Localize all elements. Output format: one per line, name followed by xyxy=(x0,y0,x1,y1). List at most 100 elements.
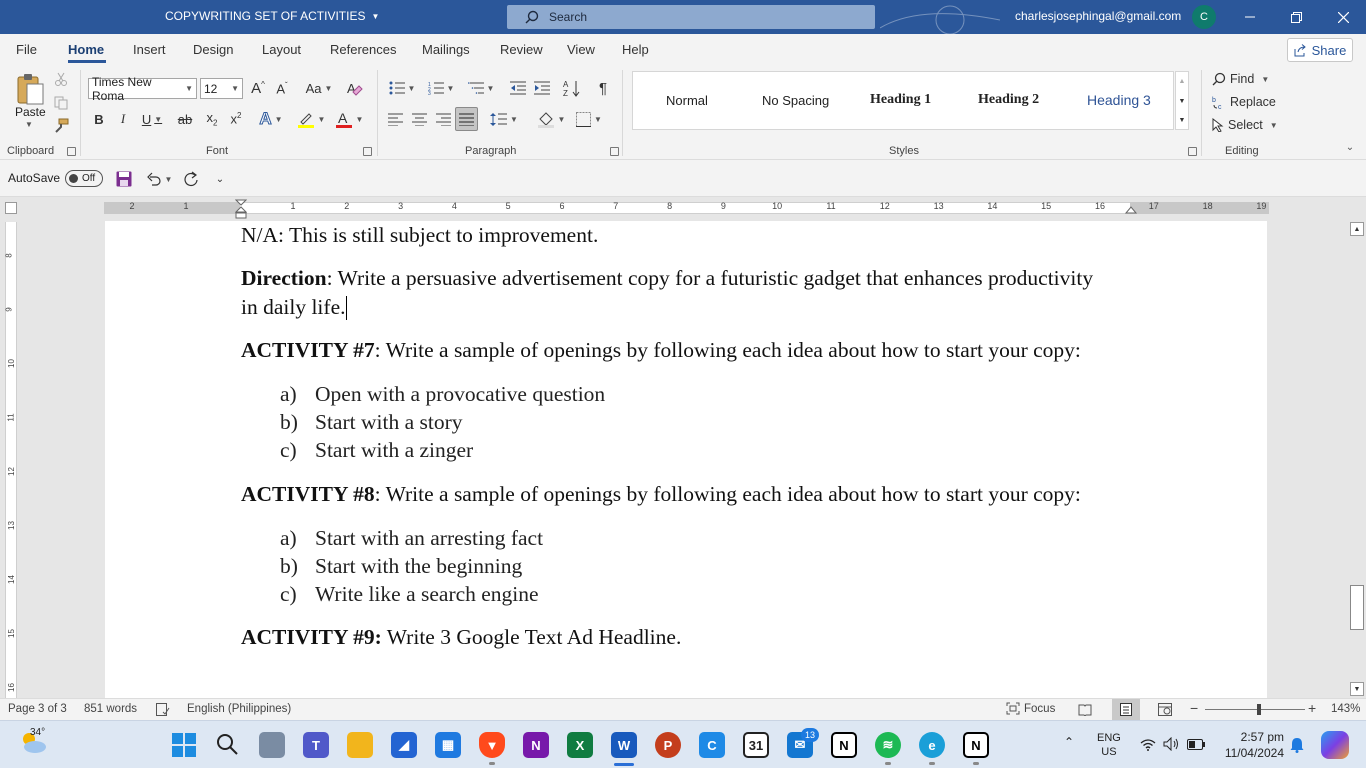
notion-icon[interactable]: N xyxy=(963,732,989,758)
tab-references[interactable]: References xyxy=(330,42,396,57)
clipchamp-icon[interactable]: C xyxy=(699,732,725,758)
save-button[interactable] xyxy=(114,170,134,188)
paste-button[interactable] xyxy=(12,70,48,110)
wifi-icon[interactable] xyxy=(1140,738,1156,751)
sort-button[interactable]: AZ xyxy=(562,78,582,98)
bold-button[interactable]: B xyxy=(90,109,108,129)
word-count[interactable]: 851 words xyxy=(84,703,137,715)
document-page[interactable]: N/A: This is still subject to improvemen… xyxy=(105,221,1267,698)
strikethrough-button[interactable]: ab xyxy=(175,109,195,129)
clear-formatting-button[interactable]: A xyxy=(344,78,366,99)
format-painter-icon[interactable] xyxy=(53,118,69,134)
select-button[interactable]: Select ▼ xyxy=(1212,116,1278,134)
zoom-in-button[interactable]: + xyxy=(1308,700,1316,716)
font-color-button[interactable]: A ▼ xyxy=(332,109,366,129)
tab-layout[interactable]: Layout xyxy=(262,42,301,57)
underline-button[interactable]: U ▼ xyxy=(138,109,166,129)
copilot-icon[interactable] xyxy=(1321,731,1349,759)
calendar-icon[interactable]: 31 xyxy=(743,732,769,758)
cut-icon[interactable] xyxy=(54,72,68,86)
font-size-select[interactable]: 12 ▼ xyxy=(200,78,243,99)
chevron-up-icon[interactable]: ⌃ xyxy=(1064,735,1074,749)
restore-button[interactable] xyxy=(1273,0,1319,34)
numbering-button[interactable]: 1 2 3 ▼ xyxy=(424,78,458,98)
file-explorer-icon[interactable] xyxy=(347,732,373,758)
justify-button[interactable] xyxy=(455,107,478,131)
align-center-button[interactable] xyxy=(410,109,428,129)
copy-icon[interactable] xyxy=(54,96,68,110)
autosave-toggle[interactable]: Off xyxy=(65,170,103,187)
font-name-select[interactable]: Times New Roma ▼ xyxy=(88,75,197,103)
superscript-button[interactable]: x2 xyxy=(226,109,246,129)
scroll-up-button[interactable]: ▲ xyxy=(1350,222,1364,236)
tab-review[interactable]: Review xyxy=(500,42,543,57)
page-count[interactable]: Page 3 of 3 xyxy=(8,703,67,715)
shading-button[interactable]: ▼ xyxy=(534,109,568,129)
share-button[interactable]: Share xyxy=(1287,38,1353,62)
focus-button[interactable]: Focus xyxy=(1006,702,1055,715)
collapse-ribbon-button[interactable]: ⌄ xyxy=(1340,138,1360,156)
styles-down-button[interactable]: ▼ xyxy=(1176,91,1188,111)
bullets-button[interactable]: ▼ xyxy=(386,78,418,98)
style-heading-2[interactable]: Heading 2 xyxy=(978,92,1039,108)
align-left-button[interactable] xyxy=(386,109,404,129)
brave-browser-icon[interactable]: ▼ xyxy=(479,732,505,758)
change-case-button[interactable]: Aa ▼ xyxy=(302,78,336,99)
notification-bell-icon[interactable] xyxy=(1290,737,1304,753)
edge-icon[interactable]: e xyxy=(919,732,945,758)
tab-view[interactable]: View xyxy=(567,42,595,57)
grow-font-button[interactable]: A^ xyxy=(248,78,268,99)
avatar[interactable]: C xyxy=(1192,5,1216,29)
tab-design[interactable]: Design xyxy=(193,42,233,57)
volume-icon[interactable] xyxy=(1163,737,1179,751)
tab-mailings[interactable]: Mailings xyxy=(422,42,470,57)
paste-dropdown-icon[interactable]: ▼ xyxy=(25,120,33,129)
word-icon[interactable]: W xyxy=(611,732,637,758)
language-indicator[interactable]: ENG US xyxy=(1097,731,1121,759)
show-formatting-button[interactable]: ¶ xyxy=(593,78,613,98)
highlight-button[interactable]: ▼ xyxy=(294,109,328,129)
right-indent-marker-icon[interactable] xyxy=(1125,204,1137,214)
taskbar-search-button[interactable] xyxy=(215,732,241,758)
task-view-icon[interactable] xyxy=(259,732,285,758)
increase-indent-button[interactable] xyxy=(532,78,552,98)
zoom-slider[interactable] xyxy=(1205,709,1305,710)
minimize-button[interactable] xyxy=(1227,0,1273,34)
subscript-button[interactable]: x2 xyxy=(202,109,222,129)
styles-up-button[interactable]: ▲ xyxy=(1176,72,1188,90)
start-button[interactable] xyxy=(171,732,197,758)
align-right-button[interactable] xyxy=(434,109,452,129)
excel-icon[interactable]: X xyxy=(567,732,593,758)
account-email[interactable]: charlesjosephingal@gmail.com xyxy=(1015,9,1181,23)
find-button[interactable]: Find ▼ xyxy=(1212,70,1274,88)
line-spacing-button[interactable]: ▼ xyxy=(487,109,521,129)
undo-button[interactable]: ▼ xyxy=(143,170,175,188)
font-launcher-icon[interactable] xyxy=(363,147,372,156)
text-effects-button[interactable]: A ▼ xyxy=(255,109,287,129)
close-button[interactable] xyxy=(1320,0,1366,34)
decrease-indent-button[interactable] xyxy=(508,78,528,98)
store-icon[interactable]: ▦ xyxy=(435,732,461,758)
vertical-scrollbar[interactable]: ▲ ▼ xyxy=(1349,221,1366,698)
italic-button[interactable]: I xyxy=(114,109,132,129)
scroll-thumb[interactable] xyxy=(1350,585,1364,630)
web-layout-icon[interactable] xyxy=(1158,703,1172,716)
tab-help[interactable]: Help xyxy=(622,42,649,57)
clock[interactable]: 2:57 pm 11/04/2024 xyxy=(1218,729,1284,761)
style-heading-3[interactable]: Heading 3 xyxy=(1087,92,1151,108)
weather-widget[interactable]: 34° xyxy=(18,727,50,759)
style-no-spacing[interactable]: No Spacing xyxy=(762,93,829,108)
zoom-out-button[interactable]: − xyxy=(1190,700,1198,716)
maps-app-icon[interactable]: ◢ xyxy=(391,732,417,758)
tab-file[interactable]: File xyxy=(16,42,37,57)
notion-icon[interactable]: N xyxy=(831,732,857,758)
read-mode-icon[interactable] xyxy=(1078,703,1092,716)
spotify-icon[interactable]: ≋ xyxy=(875,732,901,758)
styles-launcher-icon[interactable] xyxy=(1188,147,1197,156)
search-box[interactable]: Search xyxy=(507,5,875,29)
tab-insert[interactable]: Insert xyxy=(133,42,166,57)
customize-qat-button[interactable]: ⌄ xyxy=(212,170,228,188)
paragraph-launcher-icon[interactable] xyxy=(610,147,619,156)
replace-button[interactable]: bc Replace xyxy=(1212,93,1278,111)
multilevel-list-button[interactable]: ▼ xyxy=(464,78,498,98)
